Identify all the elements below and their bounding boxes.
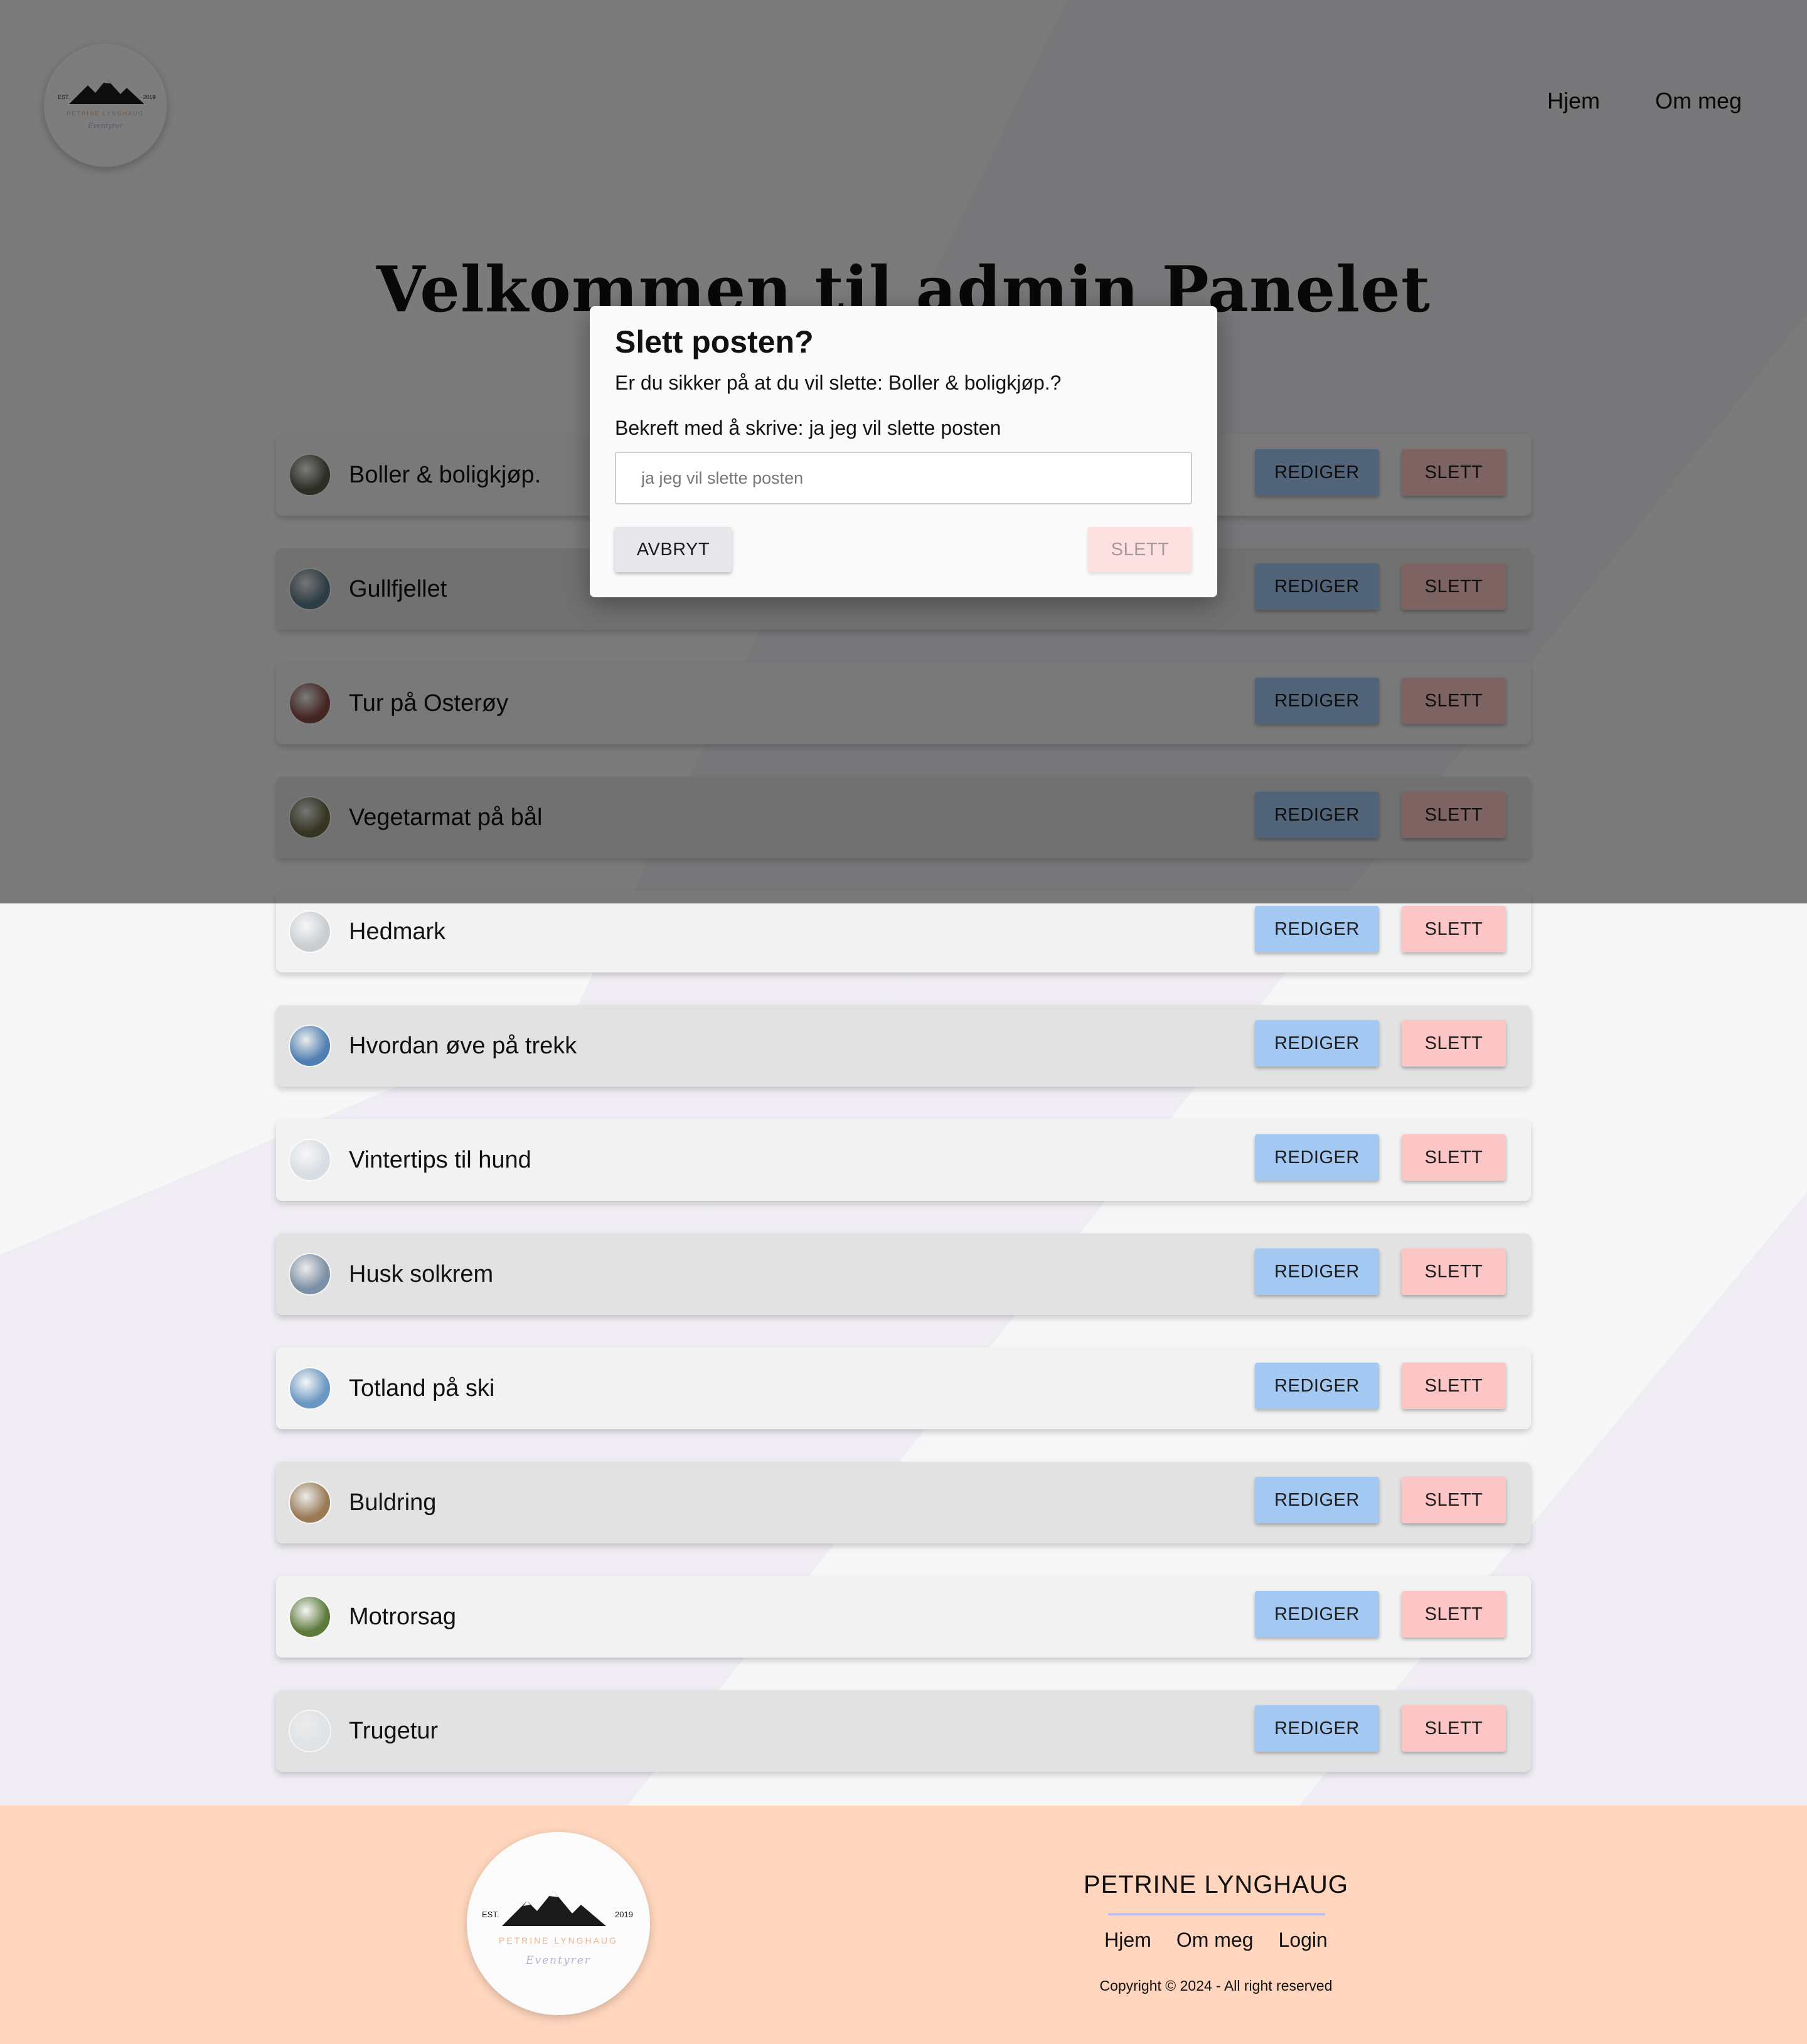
delete-post-button[interactable]: SLETT xyxy=(1402,1134,1506,1181)
post-thumbnail xyxy=(290,1026,330,1066)
post-title: Vintertips til hund xyxy=(349,1147,531,1173)
post-thumbnail xyxy=(290,1482,330,1523)
edit-post-button[interactable]: REDIGER xyxy=(1255,1248,1379,1295)
edit-post-button[interactable]: REDIGER xyxy=(1255,1134,1379,1181)
delete-post-button[interactable]: SLETT xyxy=(1402,1705,1506,1752)
delete-post-button[interactable]: SLETT xyxy=(1402,1248,1506,1295)
post-title: Hvordan øve på trekk xyxy=(349,1033,577,1059)
footer-login-link[interactable]: Login xyxy=(1279,1929,1328,1952)
post-thumbnail xyxy=(290,1140,330,1180)
post-thumbnail xyxy=(290,912,330,952)
post-row: Hvordan øve på trekk REDIGER SLETT xyxy=(276,1005,1531,1087)
footer-about-link[interactable]: Om meg xyxy=(1176,1929,1254,1952)
footer-home-link[interactable]: Hjem xyxy=(1104,1929,1151,1952)
footer-brand: PETRINE LYNGHAUG xyxy=(1084,1871,1348,1898)
post-title: Husk solkrem xyxy=(349,1261,494,1287)
cancel-button[interactable]: AVBRYT xyxy=(615,527,732,572)
post-title: Totland på ski xyxy=(349,1375,495,1402)
delete-post-dialog: Slett posten? Er du sikker på at du vil … xyxy=(590,306,1217,597)
confirm-delete-input[interactable] xyxy=(615,452,1192,504)
delete-post-button[interactable]: SLETT xyxy=(1402,1477,1506,1523)
delete-post-button[interactable]: SLETT xyxy=(1402,906,1506,952)
edit-post-button[interactable]: REDIGER xyxy=(1255,1705,1379,1752)
footer-copyright: Copyright © 2024 - All right reserved xyxy=(1099,1977,1333,1994)
post-row: Motrorsag REDIGER SLETT xyxy=(276,1576,1531,1658)
post-thumbnail xyxy=(290,1597,330,1637)
edit-post-button[interactable]: REDIGER xyxy=(1255,1591,1379,1637)
post-title: Buldring xyxy=(349,1489,437,1516)
dialog-title: Slett posten? xyxy=(615,324,814,359)
confirm-instruction-label: Bekreft med å skrive: ja jeg vil slette … xyxy=(615,417,1001,439)
footer: EST. 2019 PETRINE LYNGHAUG Eventyrer PET… xyxy=(0,1806,1807,2044)
delete-post-button[interactable]: SLETT xyxy=(1402,1591,1506,1637)
post-thumbnail xyxy=(290,1711,330,1751)
delete-post-button[interactable]: SLETT xyxy=(1402,1363,1506,1409)
edit-post-button[interactable]: REDIGER xyxy=(1255,1020,1379,1067)
post-row: Totland på ski REDIGER SLETT xyxy=(276,1348,1531,1429)
post-row: Trugetur REDIGER SLETT xyxy=(276,1690,1531,1772)
post-title: Motrorsag xyxy=(349,1604,457,1630)
post-row: Buldring REDIGER SLETT xyxy=(276,1462,1531,1543)
edit-post-button[interactable]: REDIGER xyxy=(1255,1477,1379,1523)
confirm-delete-button[interactable]: SLETT xyxy=(1088,527,1192,572)
post-title: Hedmark xyxy=(349,918,446,945)
footer-logo-year: 2019 xyxy=(615,1910,633,1919)
delete-post-button[interactable]: SLETT xyxy=(1402,1020,1506,1067)
footer-nav: Hjem Om meg Login xyxy=(1003,1929,1429,1952)
footer-logo-est: EST. xyxy=(482,1910,499,1919)
footer-logo[interactable]: EST. 2019 PETRINE LYNGHAUG Eventyrer xyxy=(467,1832,650,2015)
post-row: Vintertips til hund REDIGER SLETT xyxy=(276,1119,1531,1201)
edit-post-button[interactable]: REDIGER xyxy=(1255,906,1379,952)
footer-logo-name: PETRINE LYNGHAUG xyxy=(499,1935,618,1946)
post-title: Trugetur xyxy=(349,1718,439,1744)
footer-logo-tagline: Eventyrer xyxy=(525,1954,591,1967)
post-thumbnail xyxy=(290,1368,330,1408)
post-row: Husk solkrem REDIGER SLETT xyxy=(276,1233,1531,1315)
dialog-question: Er du sikker på at du vil slette: Boller… xyxy=(615,371,1062,394)
footer-divider xyxy=(1108,1914,1325,1915)
post-thumbnail xyxy=(290,1254,330,1294)
edit-post-button[interactable]: REDIGER xyxy=(1255,1363,1379,1409)
